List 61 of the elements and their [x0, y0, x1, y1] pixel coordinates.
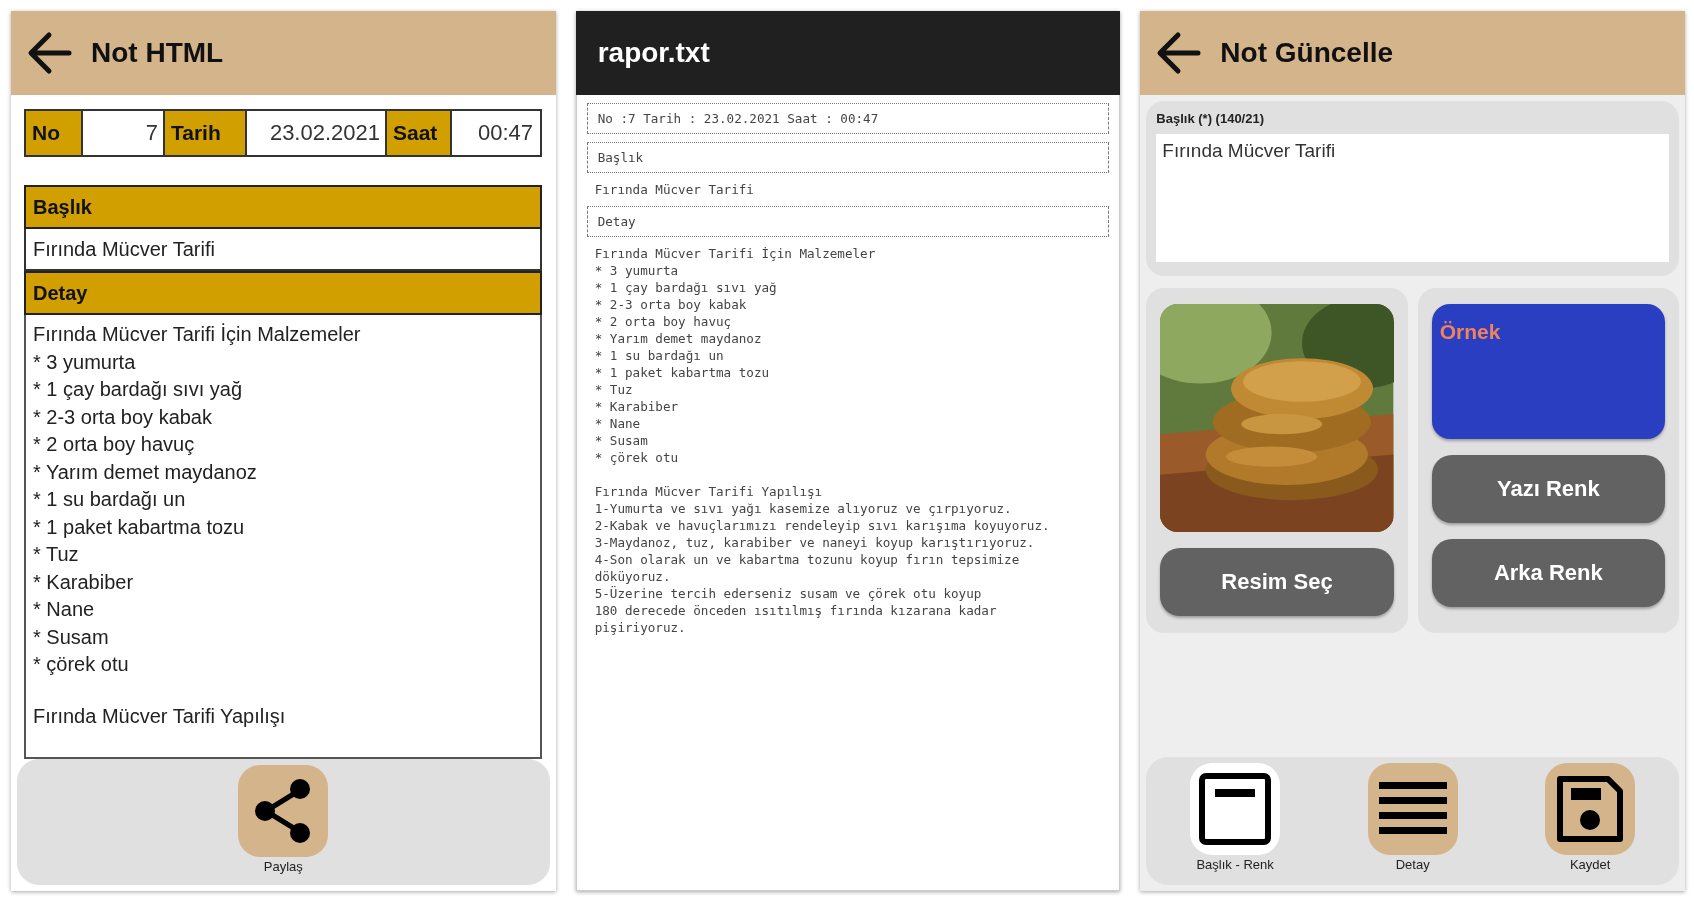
- report-line: 180 derecede önceden ısıtılmış fırında kızarana kadar pişiriyoruz.: [594, 602, 998, 636]
- detail-line: * Susam: [33, 624, 110, 650]
- window-icon: [1197, 771, 1274, 847]
- detail-line: Fırında Mücver Tarifi İçin Malzemeler: [33, 322, 362, 347]
- nav-label: Detay: [1395, 857, 1430, 872]
- report-line: * Nane: [594, 415, 642, 432]
- preview-text: Örnek: [1439, 320, 1501, 343]
- detail-line: Fırında Mücver Tarifi Yapılışı: [33, 703, 287, 729]
- report-line: * Yarım demet maydanoz: [594, 330, 763, 347]
- report-line: 3-Maydanoz, tuz, karabiber ve naneyi koyup karıştırıyoruz.: [594, 534, 1036, 551]
- title-value: Fırında Mücver Tarifi: [24, 229, 542, 271]
- detail-line: * Karabiber: [33, 569, 135, 595]
- nav-label: Kaydet: [1569, 857, 1611, 872]
- report-line: * 1 çay bardağı sıvı yağ: [594, 279, 778, 296]
- nav-button[interactable]: [1367, 763, 1458, 855]
- color-button[interactable]: Arka Renk: [1431, 539, 1665, 607]
- info-label: Tarih: [165, 111, 247, 155]
- title-input[interactable]: Fırında Mücver Tarifi: [1156, 134, 1669, 262]
- section-heading: Başlık: [24, 185, 542, 229]
- report-line: * 1 paket kabartma tozu: [594, 364, 771, 381]
- detail-line: * 3 yumurta: [33, 349, 137, 375]
- report-line: * çörek otu: [594, 449, 680, 466]
- detail-line: * çörek otu: [33, 652, 130, 677]
- field-label: Başlık (*) (140/21): [1156, 111, 1265, 126]
- detail-line: * 1 çay bardağı sıvı yağ: [33, 377, 243, 402]
- report-line: * 2-3 orta boy kabak: [594, 296, 748, 313]
- report-line: Fırında Mücver Tarifi Yapılışı: [594, 483, 824, 500]
- report-line: 4-Son olarak un ve kabartma tozunu koyup fırın tepsimize döküyoruz.: [594, 551, 1021, 585]
- report-line: * 2 orta boy havuç: [594, 313, 733, 330]
- nav-button[interactable]: [1190, 763, 1281, 855]
- report-line: * Tuz: [594, 381, 634, 398]
- color-button[interactable]: Yazı Renk: [1431, 455, 1665, 523]
- report-line: * Susam: [594, 432, 649, 449]
- report-line: Fırında Mücver Tarifi İçin Malzemeler: [594, 245, 877, 262]
- file-title: rapor.txt: [596, 37, 710, 69]
- report-line: 1-Yumurta ve sıvı yağı kasemize alıyoruz ve çırpıyoruz.: [594, 500, 1013, 517]
- detail-line: * 2-3 orta boy kabak: [33, 404, 213, 430]
- share-label: Paylaş: [263, 859, 303, 874]
- nav-label: Başlık - Renk: [1196, 857, 1274, 872]
- pick-image-button[interactable]: Resim Seç: [1160, 548, 1394, 616]
- screen-title: Not HTML: [91, 37, 224, 69]
- report-line: 2-Kabak ve havuçlarımızı rendeleyip sıvı karışıma koyuyoruz.: [594, 517, 1050, 534]
- report-line: Fırında Mücver Tarifi: [594, 181, 755, 198]
- info-label: Saat: [387, 111, 452, 155]
- detail-line: * Yarım demet maydanoz: [33, 459, 258, 485]
- detail-line: * Nane: [33, 597, 96, 622]
- nav-button[interactable]: [1545, 763, 1636, 855]
- info-label: No: [26, 111, 83, 155]
- detail-line: * Tuz: [33, 542, 80, 567]
- report-line: * 3 yumurta: [594, 262, 680, 279]
- report-line: 5-Üzerine tercih ederseniz susam ve çörek otu koyup: [594, 585, 983, 602]
- report-line: * 1 su bardağı un: [594, 347, 725, 364]
- detail-line: * 1 paket kabartma tozu: [33, 514, 246, 540]
- report-line: * Karabiber: [594, 398, 680, 415]
- detail-line: * 1 su bardağı un: [33, 487, 187, 512]
- share-button[interactable]: [238, 765, 329, 857]
- section-heading: Detay: [24, 271, 542, 315]
- save-icon: [1555, 774, 1626, 844]
- screen-title: Not Güncelle: [1220, 37, 1394, 69]
- lines-icon: [1378, 782, 1447, 836]
- detail-line: * 2 orta boy havuç: [33, 432, 196, 457]
